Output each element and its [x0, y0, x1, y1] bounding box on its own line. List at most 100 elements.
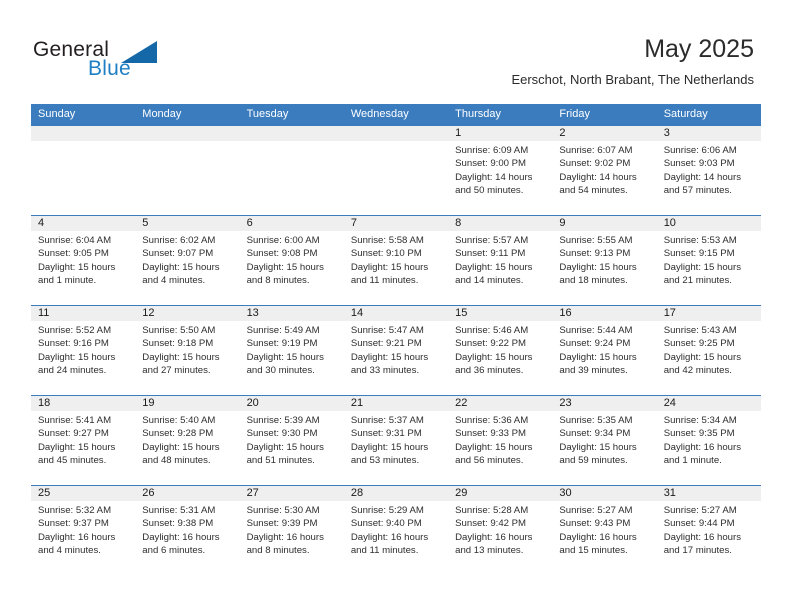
day-detail-line: Sunset: 9:33 PM: [455, 428, 527, 440]
general-blue-logo[interactable]: General Blue: [33, 38, 163, 84]
calendar-day-cell[interactable]: 8 Sunrise: 5:57 AM Sunset: 9:11 PM Daylight…: [448, 216, 553, 305]
day-detail-line: Sunrise: 5:55 AM: [559, 235, 633, 246]
calendar-day-cell[interactable]: 5 Sunrise: 6:02 AM Sunset: 9:07 PM Daylight…: [135, 216, 240, 305]
day-detail-line: Daylight: 15 hours: [38, 441, 116, 453]
day-sun-details: Sunrise: 5:52 AM Sunset: 9:16 PM Daylight:…: [31, 321, 135, 377]
day-number: 6: [239, 216, 344, 231]
weekday-header-row: Sunday Monday Tuesday Wednesday Thursday Frid…: [31, 104, 761, 125]
calendar-week-row: 18 Sunrise: 5:41 AM Sunset: 9:27 PM Dayligh…: [31, 395, 761, 485]
day-detail-line: Sunrise: 5:50 AM: [142, 325, 216, 336]
day-detail-line: Sunset: 9:21 PM: [350, 338, 422, 350]
day-sun-details: Sunrise: 5:27 AM Sunset: 9:44 PM Daylight:…: [657, 501, 761, 557]
day-sun-details: Sunrise: 5:30 AM Sunset: 9:39 PM Daylight:…: [240, 501, 344, 557]
calendar-day-cell[interactable]: 31 Sunrise: 5:27 AM Sunset: 9:44 PM Dayligh…: [656, 486, 761, 575]
day-detail-line: and 24 minutes.: [38, 364, 107, 376]
calendar-day-cell[interactable]: 9 Sunrise: 5:55 AM Sunset: 9:13 PM Daylight…: [552, 216, 657, 305]
day-detail-line: and 50 minutes.: [455, 184, 524, 196]
calendar-day-cell[interactable]: 1 Sunrise: 6:09 AM Sunset: 9:00 PM Daylight…: [448, 126, 553, 215]
calendar-day-cell[interactable]: 12 Sunrise: 5:50 AM Sunset: 9:18 PM Dayligh…: [135, 306, 240, 395]
calendar-day-cell[interactable]: 2 Sunrise: 6:07 AM Sunset: 9:02 PM Daylight…: [552, 126, 657, 215]
calendar-day-cell[interactable]: 22 Sunrise: 5:36 AM Sunset: 9:33 PM Dayligh…: [448, 396, 553, 485]
day-detail-line: and 13 minutes.: [455, 544, 524, 556]
day-detail-line: Sunset: 9:18 PM: [142, 338, 214, 350]
day-detail-line: Sunrise: 5:47 AM: [350, 325, 424, 336]
title-block: May 2025 Eerschot, North Brabant, The Ne…: [511, 34, 754, 88]
day-sun-details: Sunrise: 5:35 AM Sunset: 9:34 PM Daylight:…: [552, 411, 656, 467]
day-detail-line: Daylight: 15 hours: [663, 351, 742, 363]
day-detail-line: Sunrise: 5:34 AM: [663, 415, 737, 426]
day-detail-line: Daylight: 15 hours: [455, 261, 533, 273]
logo-text-blue: Blue: [88, 57, 131, 80]
day-detail-line: Sunrise: 5:41 AM: [38, 415, 112, 426]
day-detail-line: and 1 minute.: [663, 454, 722, 466]
calendar-day-cell[interactable]: 24 Sunrise: 5:34 AM Sunset: 9:35 PM Dayligh…: [656, 396, 761, 485]
weekday-header-friday: Friday: [559, 108, 590, 120]
day-detail-line: Sunrise: 5:58 AM: [350, 235, 424, 246]
calendar-day-cell[interactable]: 19 Sunrise: 5:40 AM Sunset: 9:28 PM Dayligh…: [135, 396, 240, 485]
weekday-header-tuesday: Tuesday: [246, 108, 289, 120]
day-detail-line: Sunset: 9:43 PM: [559, 518, 631, 530]
day-number: 22: [448, 396, 553, 411]
calendar-week-row: 4 Sunrise: 6:04 AM Sunset: 9:05 PM Daylight…: [31, 215, 761, 305]
day-detail-line: Sunrise: 5:28 AM: [455, 505, 529, 516]
day-detail-line: Sunset: 9:42 PM: [455, 518, 527, 530]
day-number: 15: [448, 306, 553, 321]
day-detail-line: and 4 minutes.: [38, 544, 101, 556]
day-detail-line: Sunset: 9:08 PM: [246, 248, 318, 260]
day-sun-details: Sunrise: 5:32 AM Sunset: 9:37 PM Daylight:…: [31, 501, 135, 557]
calendar-day-cell[interactable]: 11 Sunrise: 5:52 AM Sunset: 9:16 PM Dayligh…: [31, 306, 136, 395]
calendar-week-row: 1 Sunrise: 6:09 AM Sunset: 9:00 PM Daylight…: [31, 125, 761, 215]
day-sun-details: Sunrise: 5:50 AM Sunset: 9:18 PM Daylight:…: [135, 321, 239, 377]
calendar-day-cell[interactable]: 18 Sunrise: 5:41 AM Sunset: 9:27 PM Dayligh…: [31, 396, 136, 485]
day-detail-line: Daylight: 14 hours: [663, 171, 742, 183]
calendar-day-cell[interactable]: 16 Sunrise: 5:44 AM Sunset: 9:24 PM Dayligh…: [552, 306, 657, 395]
calendar-day-cell[interactable]: 13 Sunrise: 5:49 AM Sunset: 9:19 PM Dayligh…: [239, 306, 344, 395]
day-detail-line: Daylight: 16 hours: [455, 531, 533, 543]
day-detail-line: Daylight: 15 hours: [559, 441, 637, 453]
weekday-header-sunday: Sunday: [38, 108, 76, 120]
calendar-day-cell[interactable]: 4 Sunrise: 6:04 AM Sunset: 9:05 PM Daylight…: [31, 216, 136, 305]
calendar-day-cell[interactable]: 30 Sunrise: 5:27 AM Sunset: 9:43 PM Dayligh…: [552, 486, 657, 575]
location-subtitle: Eerschot, North Brabant, The Netherlands: [511, 72, 754, 87]
calendar-week-row: 11 Sunrise: 5:52 AM Sunset: 9:16 PM Dayligh…: [31, 305, 761, 395]
calendar-day-cell[interactable]: 10 Sunrise: 5:53 AM Sunset: 9:15 PM Dayligh…: [656, 216, 761, 305]
calendar-day-cell[interactable]: 29 Sunrise: 5:28 AM Sunset: 9:42 PM Dayligh…: [448, 486, 553, 575]
day-number: 26: [135, 486, 240, 501]
day-detail-line: Sunset: 9:02 PM: [559, 158, 631, 170]
day-number: 31: [656, 486, 761, 501]
day-detail-line: Sunrise: 5:57 AM: [455, 235, 529, 246]
day-number: 8: [448, 216, 553, 231]
day-detail-line: Sunset: 9:15 PM: [663, 248, 735, 260]
calendar-day-cell[interactable]: 15 Sunrise: 5:46 AM Sunset: 9:22 PM Dayligh…: [448, 306, 553, 395]
calendar-day-cell[interactable]: 17 Sunrise: 5:43 AM Sunset: 9:25 PM Dayligh…: [656, 306, 761, 395]
day-detail-line: Sunset: 9:05 PM: [38, 248, 109, 260]
calendar-day-cell[interactable]: 14 Sunrise: 5:47 AM Sunset: 9:21 PM Dayligh…: [343, 306, 449, 395]
day-detail-line: Sunrise: 6:00 AM: [246, 235, 320, 246]
calendar-day-cell[interactable]: 3 Sunrise: 6:06 AM Sunset: 9:03 PM Daylight…: [656, 126, 761, 215]
calendar-day-cell[interactable]: 28 Sunrise: 5:29 AM Sunset: 9:40 PM Dayligh…: [343, 486, 449, 575]
day-number: 30: [552, 486, 657, 501]
day-detail-line: and 30 minutes.: [246, 364, 315, 376]
calendar-day-cell-empty: [135, 126, 240, 215]
calendar-day-cell[interactable]: 21 Sunrise: 5:37 AM Sunset: 9:31 PM Dayligh…: [343, 396, 449, 485]
day-detail-line: Sunrise: 5:46 AM: [455, 325, 529, 336]
day-detail-line: Daylight: 16 hours: [350, 531, 429, 543]
calendar-day-cell[interactable]: 20 Sunrise: 5:39 AM Sunset: 9:30 PM Dayligh…: [239, 396, 344, 485]
calendar-day-cell[interactable]: 23 Sunrise: 5:35 AM Sunset: 9:34 PM Dayligh…: [552, 396, 657, 485]
day-detail-line: Daylight: 15 hours: [455, 441, 533, 453]
day-sun-details: Sunrise: 5:57 AM Sunset: 9:11 PM Daylight:…: [448, 231, 552, 287]
day-sun-details: Sunrise: 5:47 AM Sunset: 9:21 PM Daylight:…: [344, 321, 448, 377]
calendar-day-cell[interactable]: 6 Sunrise: 6:00 AM Sunset: 9:08 PM Daylight…: [239, 216, 344, 305]
day-detail-line: Daylight: 15 hours: [663, 261, 742, 273]
day-number: 29: [448, 486, 553, 501]
day-number: [31, 126, 136, 141]
day-sun-details: Sunrise: 5:46 AM Sunset: 9:22 PM Daylight:…: [448, 321, 552, 377]
calendar-day-cell[interactable]: 7 Sunrise: 5:58 AM Sunset: 9:10 PM Daylight…: [343, 216, 449, 305]
calendar-day-cell[interactable]: 27 Sunrise: 5:30 AM Sunset: 9:39 PM Dayligh…: [239, 486, 344, 575]
calendar-day-cell[interactable]: 26 Sunrise: 5:31 AM Sunset: 9:38 PM Dayligh…: [135, 486, 240, 575]
day-detail-line: Daylight: 15 hours: [142, 441, 220, 453]
day-sun-details: Sunrise: 6:09 AM Sunset: 9:00 PM Daylight:…: [448, 141, 552, 197]
day-detail-line: and 54 minutes.: [559, 184, 628, 196]
calendar-day-cell[interactable]: 25 Sunrise: 5:32 AM Sunset: 9:37 PM Dayligh…: [31, 486, 136, 575]
day-detail-line: Daylight: 15 hours: [38, 261, 116, 273]
